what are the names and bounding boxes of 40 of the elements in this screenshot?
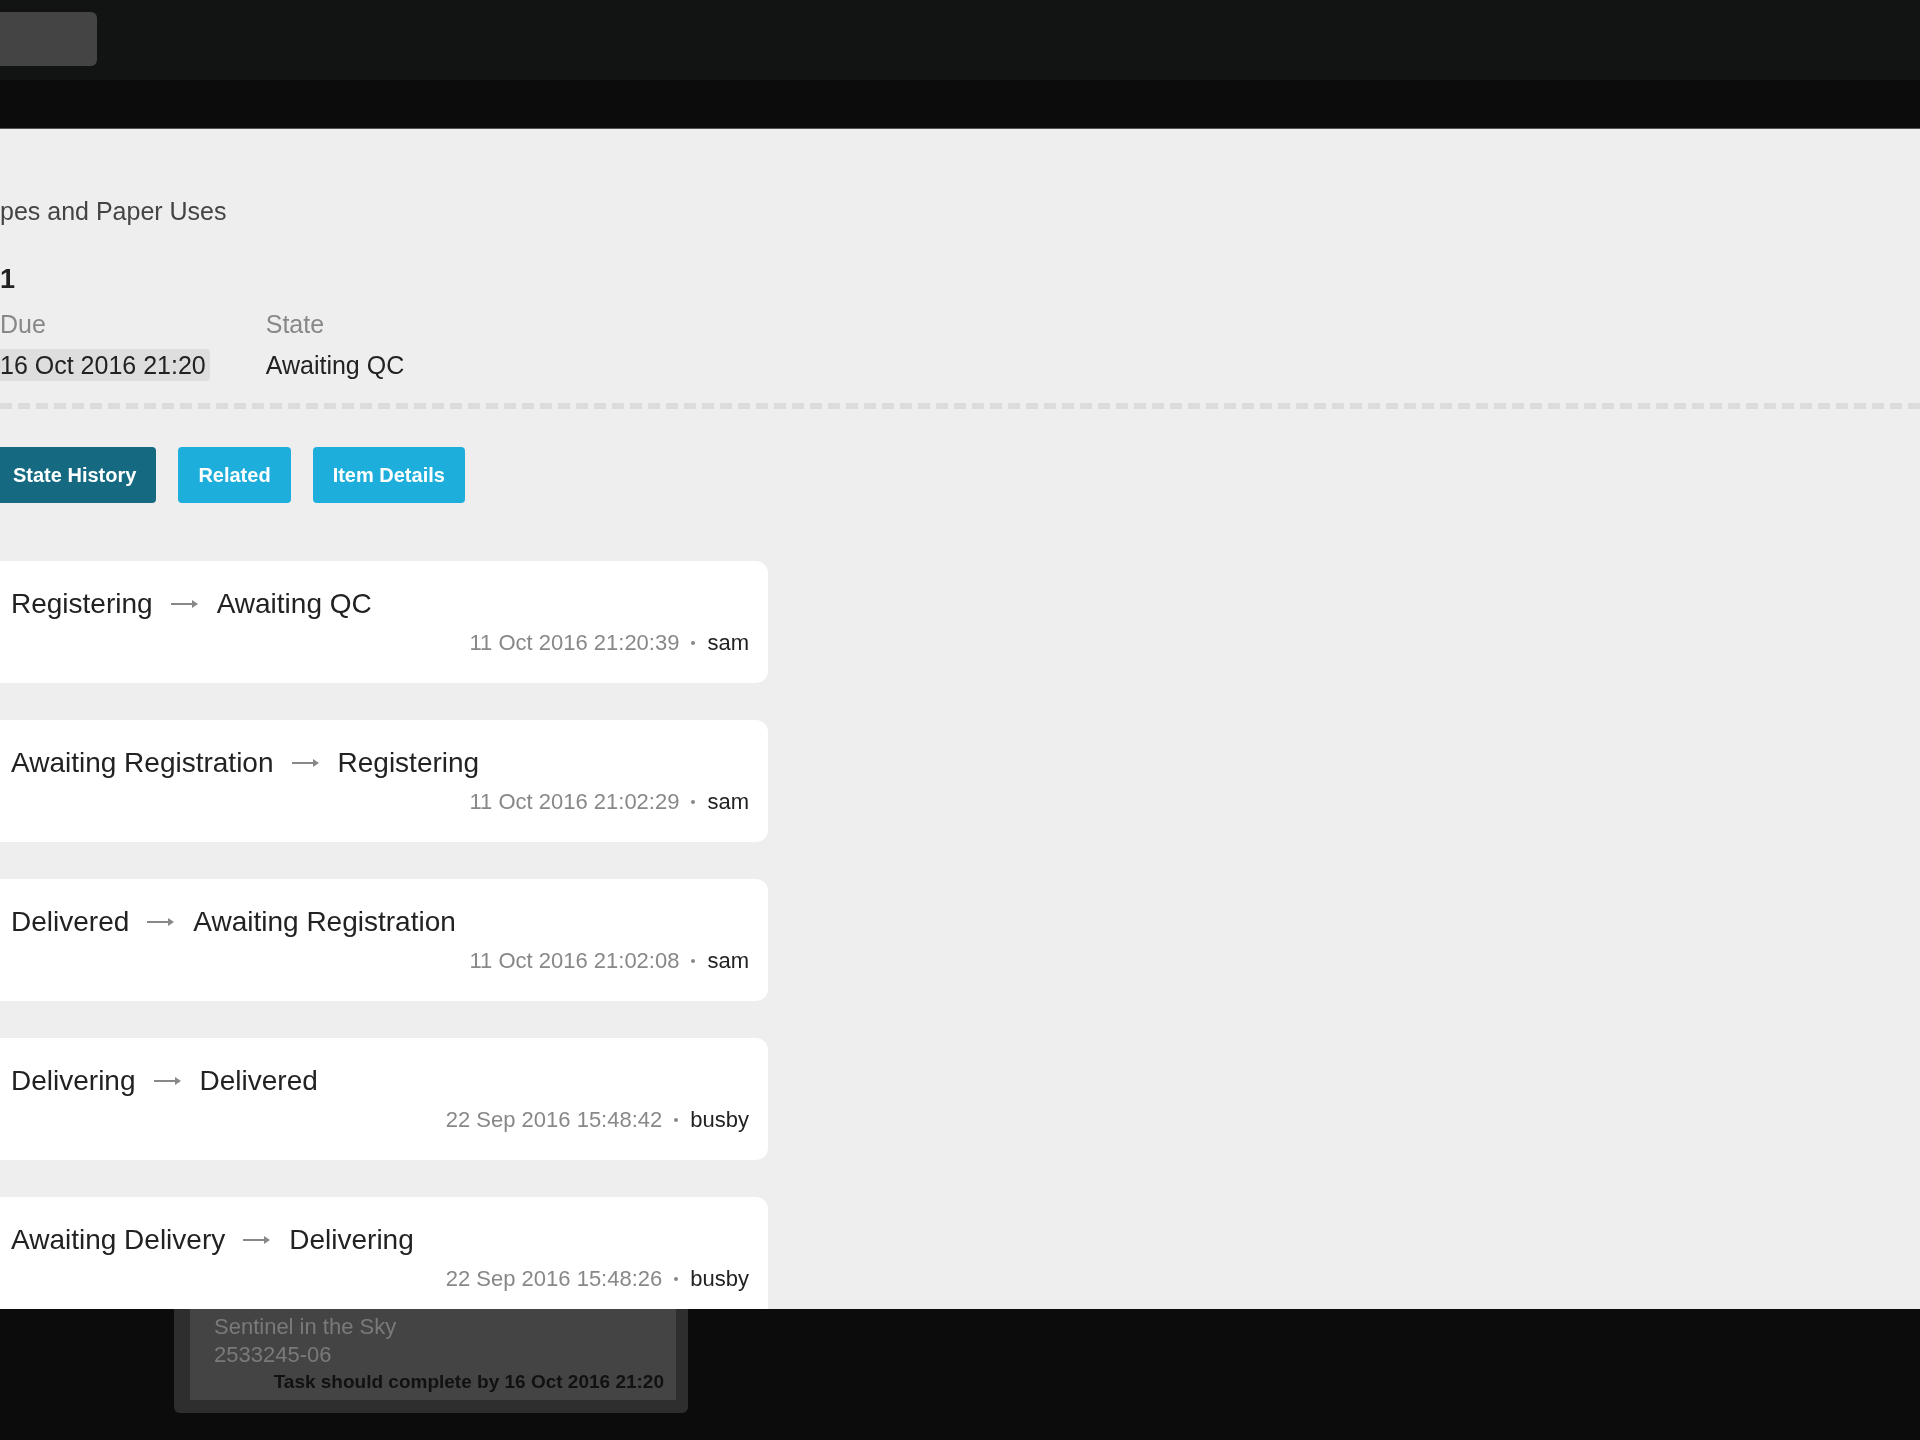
arrow-icon	[147, 917, 176, 927]
arrow-icon	[170, 599, 199, 609]
tab-button[interactable]: Related	[178, 447, 291, 503]
state-to: Delivered	[199, 1064, 318, 1098]
field-label: Due	[0, 309, 47, 339]
state-from: Awaiting Delivery	[11, 1223, 226, 1257]
timestamp: 11 Oct 2016 21:20:39	[469, 629, 680, 657]
separator-dot	[691, 959, 696, 963]
state-from: Delivered	[11, 905, 130, 939]
separator-dot	[691, 641, 696, 645]
state-from: Awaiting Registration	[11, 746, 274, 780]
user-name: sam	[707, 788, 749, 816]
toolbar-button[interactable]	[0, 12, 97, 66]
timestamp: 22 Sep 2016 15:48:42	[445, 1106, 663, 1134]
separator-dot	[674, 1118, 679, 1122]
arrow-icon	[243, 1235, 272, 1245]
timestamp: 11 Oct 2016 21:02:08	[469, 947, 680, 975]
tab-button[interactable]: Item Details	[312, 447, 465, 503]
state-from: Registering	[11, 587, 153, 621]
timestamp: 11 Oct 2016 21:02:29	[469, 788, 680, 816]
user-name: sam	[707, 629, 749, 657]
state-from: Delivering	[11, 1064, 136, 1098]
timestamp: 22 Sep 2016 15:48:26	[445, 1265, 663, 1293]
user-name: busby	[690, 1265, 749, 1293]
field-value: 16 Oct 2016 21:20	[0, 349, 210, 381]
field-value: Awaiting QC	[265, 350, 406, 381]
separator-dot	[691, 800, 696, 804]
field-label: State	[265, 309, 326, 339]
item-number: 1	[0, 263, 17, 295]
arrow-icon	[153, 1076, 182, 1086]
arrow-icon	[291, 758, 320, 768]
user-name: busby	[690, 1106, 749, 1134]
tab-button[interactable]: State History	[0, 447, 157, 503]
state-to: Awaiting Registration	[193, 905, 456, 939]
state-to: Awaiting QC	[216, 587, 372, 621]
user-name: sam	[707, 947, 749, 975]
state-to: Delivering	[289, 1223, 414, 1257]
state-to: Registering	[337, 746, 480, 780]
separator-dot	[674, 1277, 679, 1281]
page-title: pes and Paper Uses	[0, 196, 228, 227]
